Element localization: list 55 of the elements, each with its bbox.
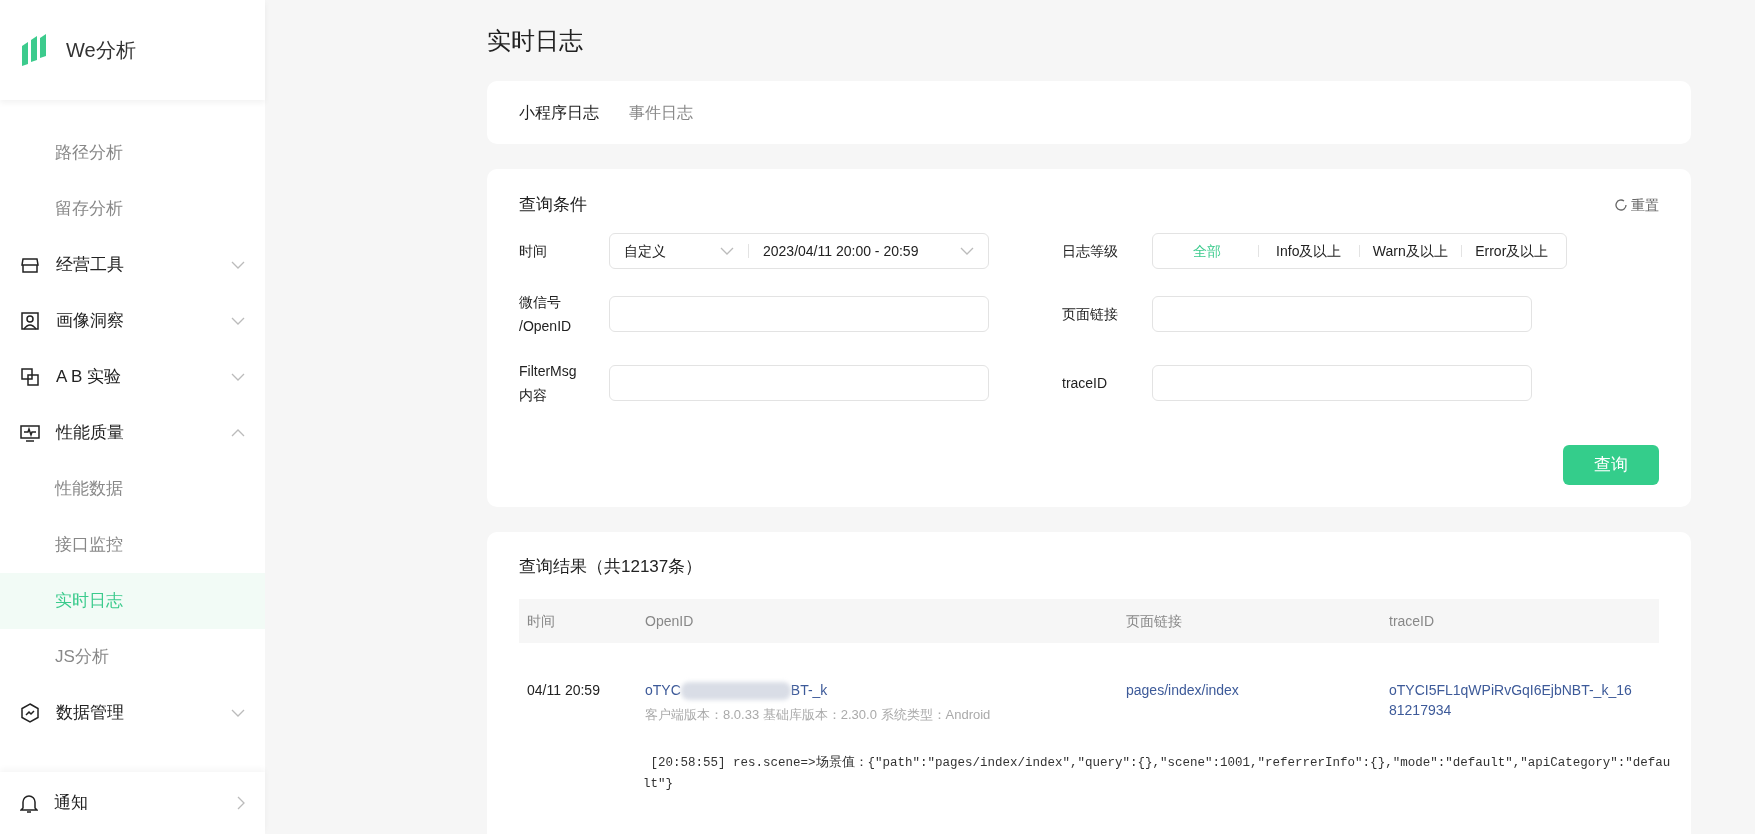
bell-icon <box>20 793 38 813</box>
monitor-pulse-icon <box>20 423 40 443</box>
link[interactable]: pages/index/index <box>1126 680 1389 725</box>
sidebar-item[interactable]: 路径分析 <box>0 125 265 181</box>
sidebar-group[interactable]: 数据管理 <box>0 685 265 741</box>
portrait-icon <box>20 311 40 331</box>
date-range-dropdown[interactable]: 2023/04/11 20:00 - 20:59 <box>763 240 974 262</box>
openid-text: BT-_k <box>790 681 828 700</box>
input-field[interactable] <box>1152 365 1532 401</box>
input-field[interactable] <box>1152 296 1532 332</box>
input-field[interactable] <box>609 365 989 401</box>
reset-button[interactable]: 重置 <box>1615 194 1659 216</box>
sidebar-group[interactable]: A B 实验 <box>0 349 265 405</box>
table-cell-text: 04/11 20:59 <box>527 681 601 700</box>
field-label: 页面链接 <box>1061 305 1119 324</box>
overlap-squares-icon <box>20 367 40 387</box>
sidebar-group[interactable]: 经营工具 <box>0 237 265 293</box>
preset-dropdown[interactable]: 自定义 <box>624 240 734 262</box>
sidebar-group[interactable]: 画像洞察 <box>0 293 265 349</box>
section-title: 查询条件 <box>519 194 587 217</box>
app-name: We分析 <box>66 38 136 63</box>
log-text: [20:58:55] res.scene=>场景值：{"path":"pages/index/index","query":{},"scene":1001,"referrerInfo":{},"mode":"default","apiCategory":"default"} <box>643 754 1672 793</box>
chevron-right-icon <box>237 796 245 810</box>
openid-text: oTYC <box>645 681 681 700</box>
sidebar-item[interactable]: 留存分析 <box>0 181 265 237</box>
tab[interactable]: 事件日志 <box>629 100 693 125</box>
device-info-text: 客户端版本：8.0.33 基础库版本：2.30.0 系统类型：Android <box>645 706 992 724</box>
store-icon <box>20 255 40 275</box>
field-label: 日志等级 <box>1061 242 1119 261</box>
level-option[interactable]: Warn及以上 <box>1360 240 1461 262</box>
chevron-down-icon <box>720 247 734 255</box>
column-header: 页面链接 <box>1126 611 1183 631</box>
page-title: 实时日志 <box>487 25 584 56</box>
field-label: 微信号 /OpenID <box>519 293 573 336</box>
field-label: 时间 <box>519 242 548 261</box>
table-cell-text: oTYCI5FL1qWPiRvGqI6EjbNBT-_k_1681217934 <box>1389 681 1633 720</box>
sidebar-item[interactable]: JS分析 <box>0 629 265 685</box>
chevron-down-icon <box>960 247 974 255</box>
sidebar-item[interactable]: 接口监控 <box>0 517 265 573</box>
notification-item[interactable]: 通知 <box>0 772 265 834</box>
sidebar-group[interactable]: 性能质量 <box>0 405 265 461</box>
level-option[interactable]: Error及以上 <box>1461 240 1562 262</box>
field-label: FilterMsg 内容 <box>519 362 578 405</box>
section-title: 查询结果（共12137条） <box>519 556 704 578</box>
sidebar-item[interactable]: 性能数据 <box>0 461 265 517</box>
column-header: OpenID <box>645 611 695 631</box>
refresh-icon <box>1615 199 1627 211</box>
input-field[interactable] <box>609 296 989 332</box>
tab[interactable]: 小程序日志 <box>519 100 599 125</box>
column-header: traceID <box>1389 611 1436 631</box>
column-header: 时间 <box>527 611 556 631</box>
logo-icon <box>20 34 48 66</box>
hexagon-chart-icon <box>20 703 40 723</box>
level-option[interactable]: Info及以上 <box>1258 240 1359 262</box>
field-label: traceID <box>1061 374 1109 393</box>
